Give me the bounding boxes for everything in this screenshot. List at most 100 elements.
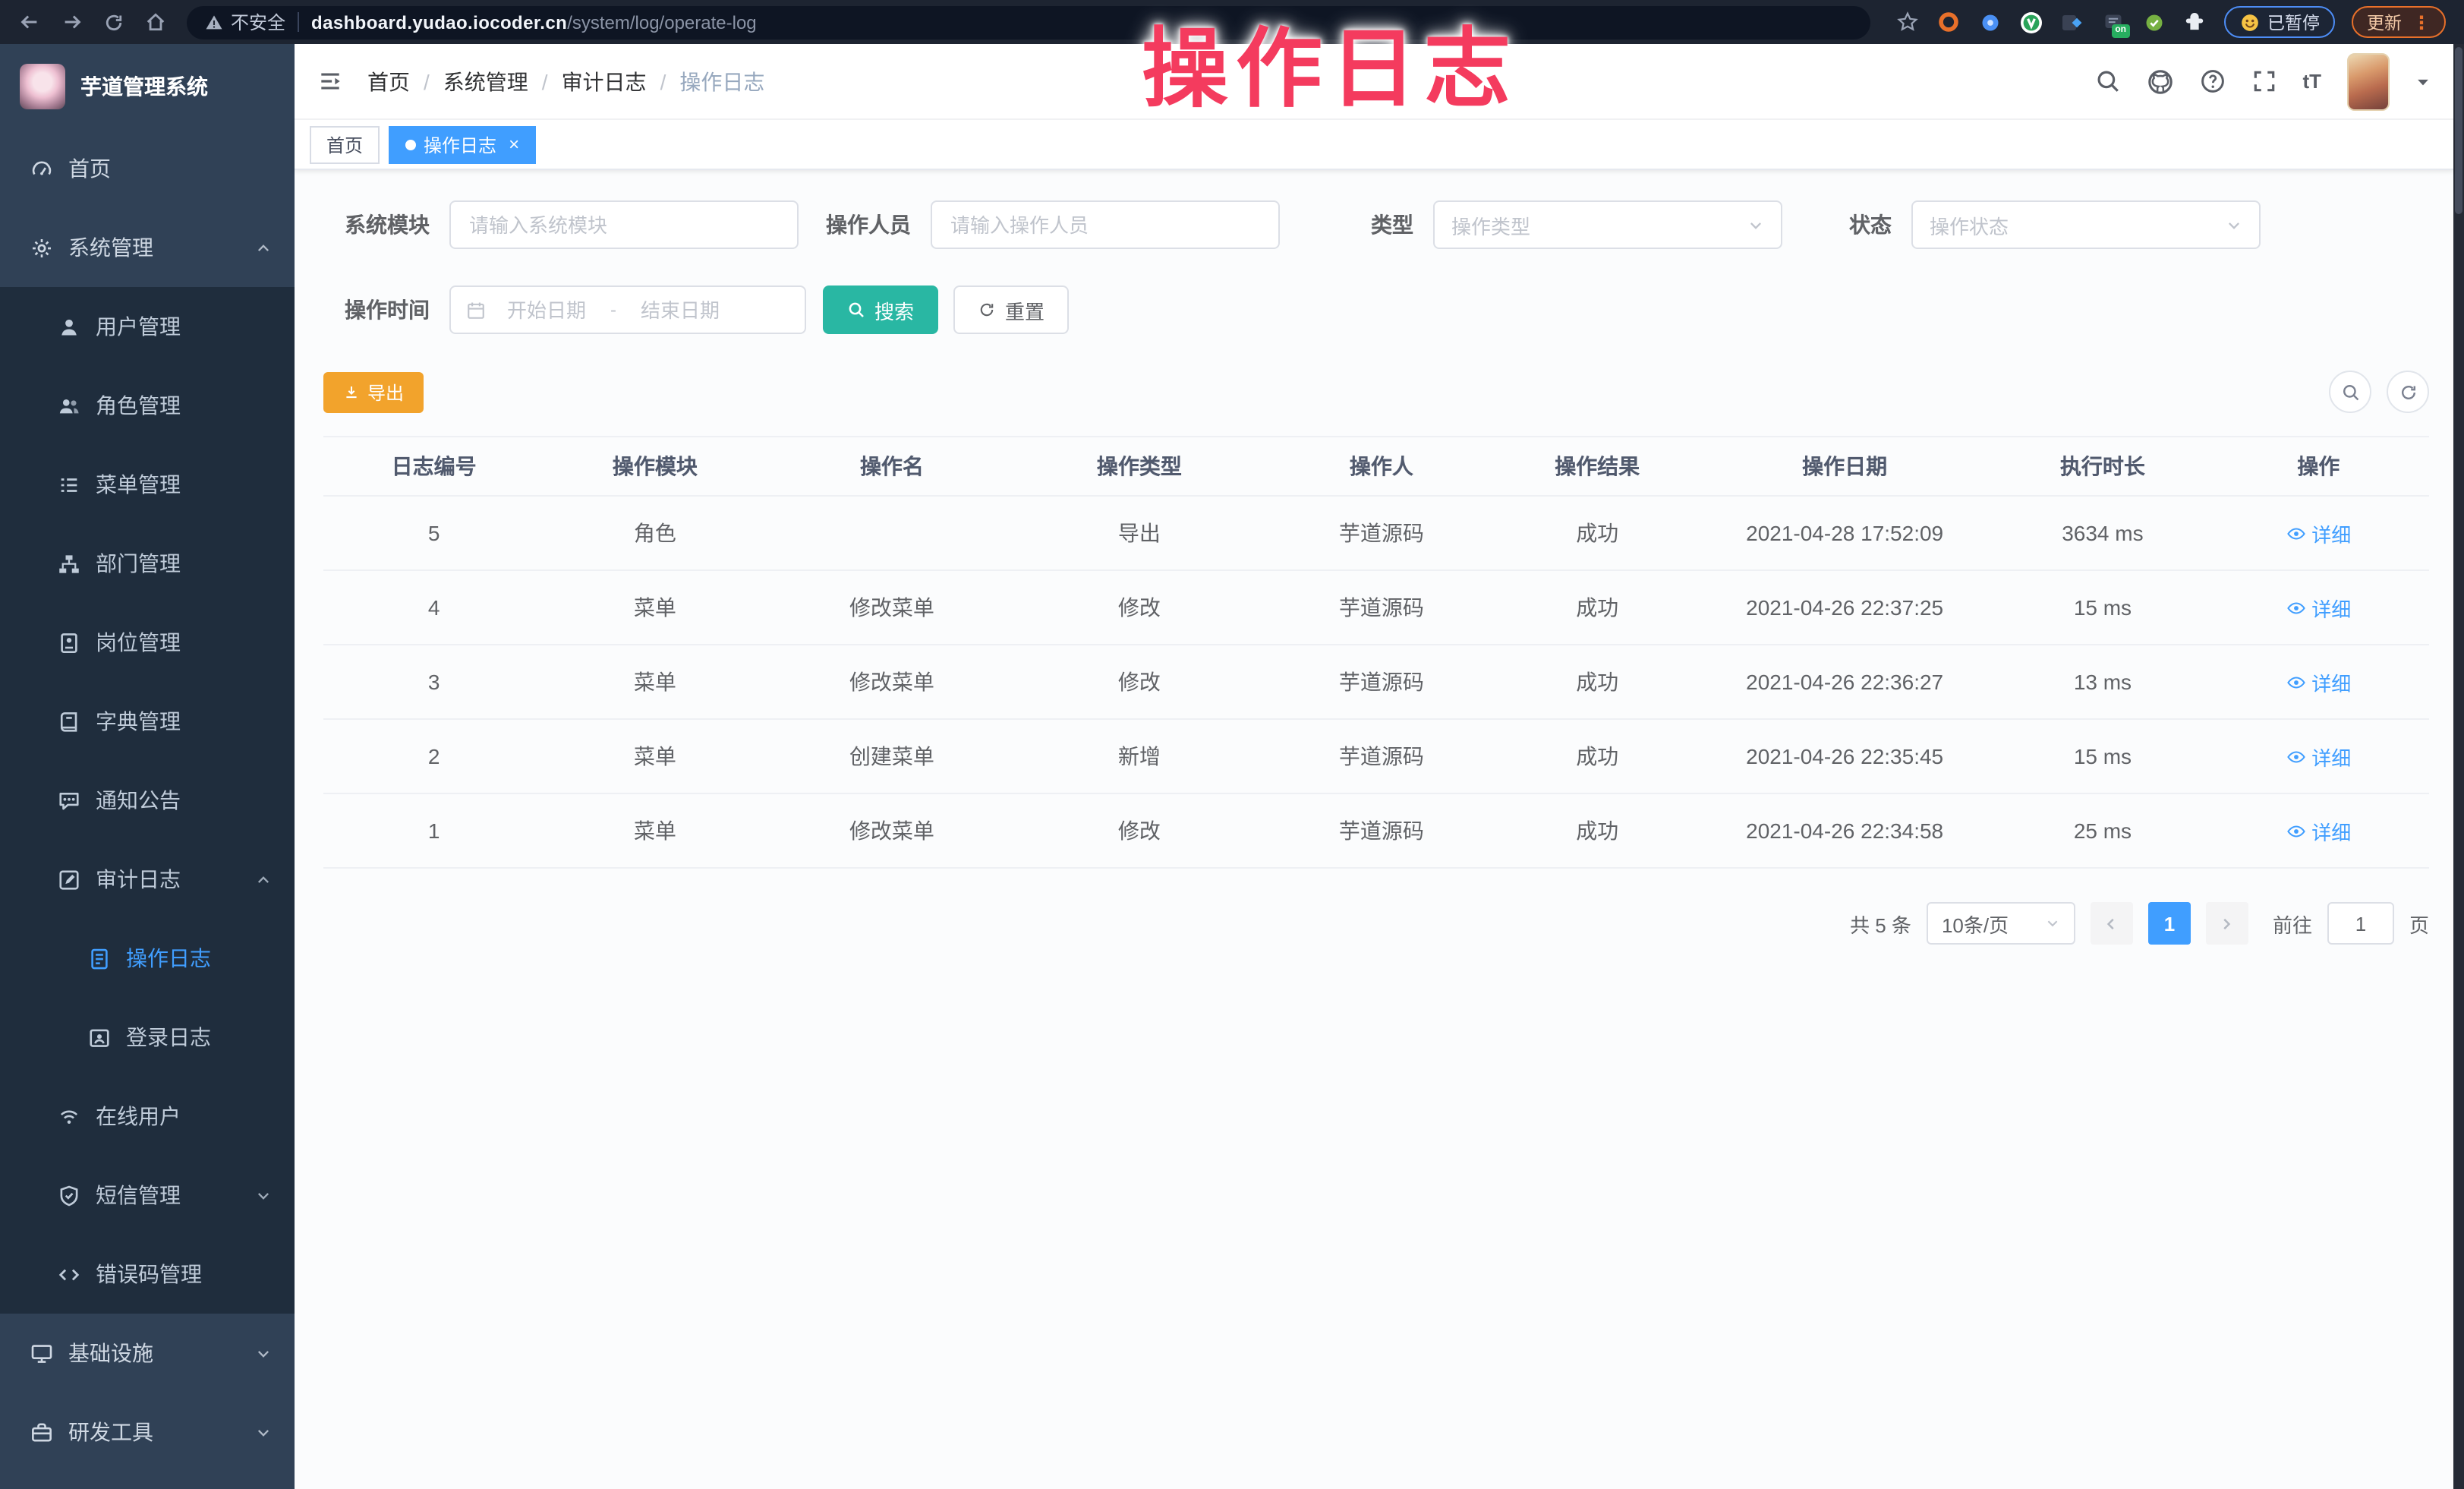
sidebar-item-login-log[interactable]: 登录日志 <box>0 998 295 1077</box>
prev-page-button[interactable] <box>2091 902 2133 945</box>
sidebar-item-home[interactable]: 首页 <box>0 129 295 208</box>
sidebar-item-notice[interactable]: 通知公告 <box>0 761 295 840</box>
refresh-icon <box>2398 382 2418 402</box>
operator-input[interactable] <box>931 200 1280 249</box>
cell-result: 成功 <box>1502 793 1692 868</box>
cell-name <box>766 496 1019 570</box>
page-size-select[interactable]: 10条/页 <box>1927 902 2075 945</box>
navbar-actions: tT <box>2094 52 2431 110</box>
sidebar-toggle-icon[interactable] <box>317 68 343 94</box>
cell-date: 2021-04-26 22:36:27 <box>1692 645 1997 719</box>
app-logo[interactable]: 芋道管理系统 <box>0 44 295 129</box>
sidebar-item-error-code-mgmt[interactable]: 错误码管理 <box>0 1235 295 1314</box>
users-icon <box>56 393 80 418</box>
sidebar-item-operate-log[interactable]: 操作日志 <box>0 919 295 998</box>
paused-extension-chip[interactable]: 已暂停 <box>2223 6 2335 38</box>
address-bar[interactable]: 不安全 dashboard.yudao.iocoder.cn/system/lo… <box>187 5 1870 39</box>
goto-page-input[interactable] <box>2327 902 2394 945</box>
security-warning[interactable]: 不安全 <box>205 9 285 35</box>
sidebar-item-system-mgmt[interactable]: 系统管理 <box>0 208 295 287</box>
browser-back-button[interactable] <box>18 11 41 33</box>
cell-log-id: 2 <box>323 719 544 793</box>
browser-home-button[interactable] <box>144 11 167 33</box>
sidebar-item-user-mgmt[interactable]: 用户管理 <box>0 287 295 366</box>
scrollbar-thumb[interactable] <box>2455 47 2462 214</box>
search-icon[interactable] <box>2094 68 2120 94</box>
module-input[interactable] <box>449 200 799 249</box>
extension-icon-blue-drop[interactable] <box>1977 10 2002 34</box>
sidebar-item-infrastructure[interactable]: 基础设施 <box>0 1314 295 1393</box>
extension-icon-white-puzzle[interactable] <box>2182 10 2207 34</box>
extension-icon-dark-on-badge[interactable]: on <box>2100 10 2125 34</box>
sidebar-item-dept-mgmt[interactable]: 部门管理 <box>0 524 295 603</box>
export-button[interactable]: 导出 <box>323 371 424 412</box>
github-icon[interactable] <box>2146 68 2173 95</box>
reset-button[interactable]: 重置 <box>953 285 1069 334</box>
start-date-input[interactable] <box>493 298 600 321</box>
sidebar-item-menu-mgmt[interactable]: 菜单管理 <box>0 445 295 524</box>
end-date-input[interactable] <box>627 298 733 321</box>
font-size-icon[interactable]: tT <box>2302 70 2321 93</box>
detail-link[interactable]: 详细 <box>2286 816 2351 845</box>
extension-icon-green-v[interactable] <box>2018 10 2043 34</box>
operator-label: 操作人员 <box>826 210 911 240</box>
status-select[interactable]: 操作状态 <box>1911 200 2261 249</box>
sidebar-item-online-users[interactable]: 在线用户 <box>0 1077 295 1156</box>
detail-link[interactable]: 详细 <box>2286 742 2351 771</box>
extension-icon-orange-ring[interactable] <box>1936 10 1961 34</box>
avatar-caret-icon[interactable] <box>2415 74 2431 89</box>
cell-module: 角色 <box>544 496 765 570</box>
col-operator: 操作人 <box>1260 437 1502 496</box>
breadcrumb-system-mgmt[interactable]: 系统管理 <box>410 66 528 96</box>
detail-link[interactable]: 详细 <box>2286 519 2351 547</box>
refresh-icon <box>978 301 996 319</box>
detail-link[interactable]: 详细 <box>2286 593 2351 622</box>
breadcrumb-home[interactable]: 首页 <box>367 66 410 96</box>
screen: 不安全 dashboard.yudao.iocoder.cn/system/lo… <box>0 0 2464 1489</box>
bookmark-star-icon[interactable] <box>1895 10 1920 34</box>
cell-log-id: 3 <box>323 645 544 719</box>
extension-on-badge: on <box>2112 24 2129 37</box>
browser-update-button[interactable]: 更新 ⋮ <box>2352 6 2446 38</box>
sidebar-item-audit-log[interactable]: 审计日志 <box>0 840 295 919</box>
tab-close-icon[interactable]: × <box>509 135 519 153</box>
next-page-button[interactable] <box>2206 902 2248 945</box>
user-avatar[interactable] <box>2347 52 2390 110</box>
browser-forward-button[interactable] <box>61 11 83 33</box>
eye-icon <box>2286 746 2305 766</box>
cell-type: 修改 <box>1018 793 1260 868</box>
sidebar-item-dev-tools[interactable]: 研发工具 <box>0 1393 295 1472</box>
help-icon[interactable] <box>2199 68 2225 94</box>
calendar-icon <box>466 300 486 320</box>
page-scrollbar[interactable] <box>2453 44 2464 1489</box>
tab-operate-log[interactable]: 操作日志 × <box>389 125 536 163</box>
range-separator: - <box>607 299 619 320</box>
browser-menu-icon[interactable]: ⋮ <box>2412 13 2431 31</box>
cell-module: 菜单 <box>544 719 765 793</box>
col-action: 操作 <box>2208 437 2429 496</box>
search-icon <box>847 301 865 319</box>
edit-square-icon <box>56 867 80 891</box>
sidebar-item-sms-mgmt[interactable]: 短信管理 <box>0 1156 295 1235</box>
fullscreen-icon[interactable] <box>2251 68 2277 94</box>
search-button[interactable]: 搜索 <box>823 285 938 334</box>
sidebar-item-dict-mgmt[interactable]: 字典管理 <box>0 682 295 761</box>
page-button-1[interactable]: 1 <box>2148 902 2191 945</box>
extension-icon-blue-diamond[interactable] <box>2059 10 2084 34</box>
chevron-up-icon <box>255 239 272 256</box>
type-select[interactable]: 操作类型 <box>1433 200 1782 249</box>
sidebar-item-post-mgmt[interactable]: 岗位管理 <box>0 603 295 682</box>
toggle-search-button[interactable] <box>2329 371 2371 413</box>
refresh-table-button[interactable] <box>2387 371 2429 413</box>
tab-home[interactable]: 首页 <box>310 125 380 163</box>
breadcrumb-audit-log[interactable]: 审计日志 <box>528 66 647 96</box>
col-log-id: 日志编号 <box>323 437 544 496</box>
sidebar-item-role-mgmt[interactable]: 角色管理 <box>0 366 295 445</box>
browser-reload-button[interactable] <box>103 11 124 33</box>
date-range-picker[interactable]: - <box>449 285 806 334</box>
extension-icon-green-check[interactable] <box>2141 10 2166 34</box>
monitor-icon <box>29 1341 53 1365</box>
page-content: 系统模块 操作人员 类型 操作类型 <box>295 170 2453 1489</box>
detail-link[interactable]: 详细 <box>2286 667 2351 696</box>
cell-result: 成功 <box>1502 570 1692 645</box>
